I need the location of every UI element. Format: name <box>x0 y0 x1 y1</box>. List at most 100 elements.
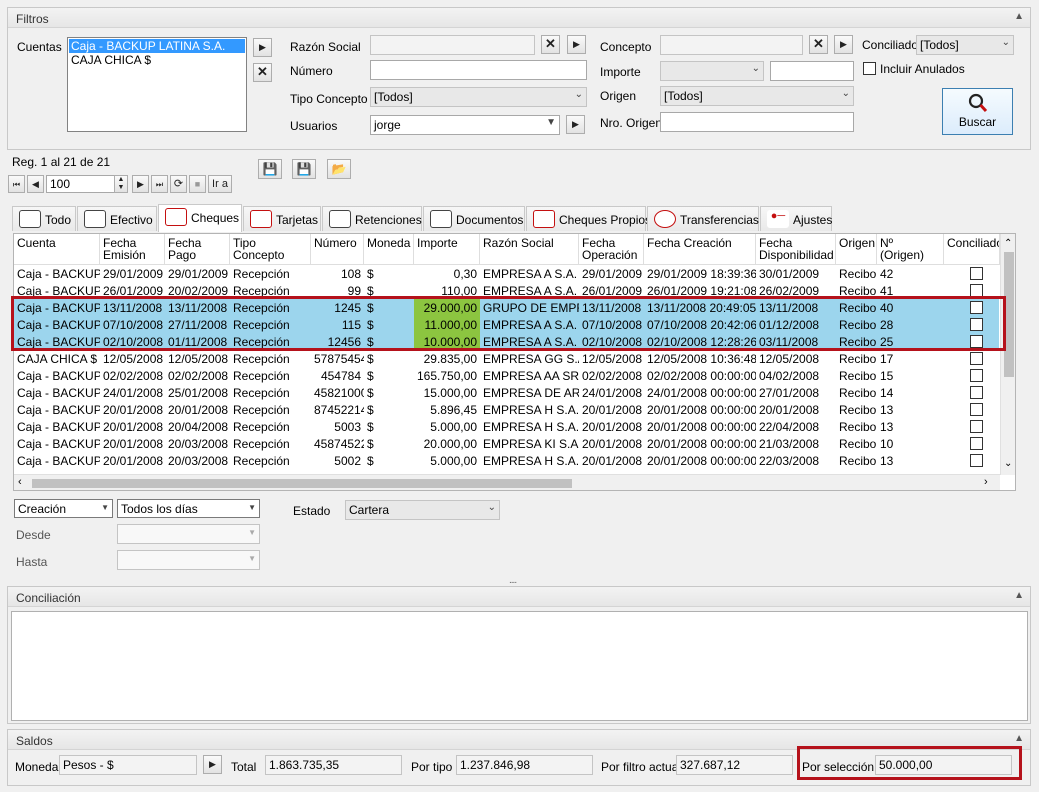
ira-button[interactable]: Ir a <box>208 175 232 193</box>
hasta-date-field[interactable]: ▼ <box>117 550 260 570</box>
cuentas-listbox[interactable]: Caja - BACKUP LATINA S.A. CAJA CHICA $ <box>67 37 247 132</box>
column-header[interactable]: Número <box>311 234 364 265</box>
table-cell: $ <box>367 267 374 281</box>
conciliado-checkbox[interactable] <box>970 454 983 467</box>
conciliado-checkbox[interactable] <box>970 403 983 416</box>
usuarios-select[interactable]: jorge ▼ <box>370 115 560 135</box>
conciliado-checkbox[interactable] <box>970 437 983 450</box>
incluir-anulados-checkbox[interactable] <box>863 62 876 75</box>
cuentas-add-button[interactable]: ▶ <box>253 38 272 57</box>
cheques-grid[interactable]: Cuenta Fecha Emisión Fecha Pago Tipo Concep… <box>13 233 1016 491</box>
table-row[interactable]: Caja - BACKUP LATINA S.A.20/01/200820/03… <box>14 435 999 452</box>
razon-social-clear-button[interactable]: ✕ <box>541 35 560 54</box>
origen-select[interactable]: [Todos] ⌄ <box>660 86 854 106</box>
collapse-icon[interactable]: ▲ <box>1014 590 1024 601</box>
conciliado-checkbox[interactable] <box>970 386 983 399</box>
table-row[interactable]: Caja - BACKUP LATINA S.A.20/01/200820/04… <box>14 418 999 435</box>
column-header[interactable]: Fecha Pago <box>165 234 230 265</box>
table-row[interactable]: Caja - BACKUP LATINA S.A.24/01/200825/01… <box>14 384 999 401</box>
next-page-icon[interactable]: ▶ <box>132 175 149 193</box>
column-header[interactable]: Fecha Creación <box>644 234 756 265</box>
date-range-select[interactable]: Todos los días ▼ <box>117 499 260 518</box>
usuarios-select-button[interactable]: ▶ <box>566 115 585 134</box>
conciliado-checkbox[interactable] <box>970 352 983 365</box>
razon-social-select-button[interactable]: ▶ <box>567 35 586 54</box>
table-row[interactable]: Caja - BACKUP LATINA S.A.20/01/200820/01… <box>14 401 999 418</box>
table-cell: 24/01/2008 <box>582 386 643 400</box>
importe-operator-select[interactable]: ⌄ <box>660 61 764 81</box>
conciliacion-textarea[interactable] <box>11 611 1028 721</box>
tab-retenciones[interactable]: Retenciones <box>322 206 422 231</box>
column-header[interactable]: Fecha Disponibilidad <box>756 234 836 265</box>
desde-date-field[interactable]: ▼ <box>117 524 260 544</box>
tab-tarjetas[interactable]: Tarjetas <box>243 206 321 231</box>
prev-page-icon[interactable]: ◀ <box>27 175 44 193</box>
tipo-concepto-select[interactable]: [Todos] ⌄ <box>370 87 587 107</box>
table-row[interactable]: Caja - BACKUP LATINA S.A.20/01/200820/03… <box>14 452 999 469</box>
concepto-clear-button[interactable]: ✕ <box>809 35 828 54</box>
column-header[interactable]: Nº (Origen) <box>877 234 944 265</box>
estado-select[interactable]: Cartera ⌄ <box>345 500 500 520</box>
stop-icon[interactable]: ■ <box>189 175 206 193</box>
conciliado-checkbox[interactable] <box>970 369 983 382</box>
spinner-icon[interactable]: ▲ ▼ <box>114 175 128 193</box>
page-size-field[interactable]: 100 <box>46 175 121 193</box>
column-header[interactable]: Conciliado <box>944 234 1000 265</box>
tab-documentos[interactable]: Documentos <box>423 206 525 231</box>
splitter-handle[interactable]: .... <box>509 575 517 586</box>
table-cell: 24/01/2008 <box>103 386 164 400</box>
cuenta-item-caja-chica[interactable]: CAJA CHICA $ <box>68 53 246 67</box>
scroll-left-icon[interactable]: ‹ <box>18 476 22 488</box>
conciliado-checkbox[interactable] <box>970 420 983 433</box>
column-header[interactable]: Tipo Concepto <box>230 234 311 265</box>
scroll-up-icon[interactable]: ⌃ <box>1004 238 1012 249</box>
tab-todo[interactable]: Todo <box>12 206 76 231</box>
nro-origen-field[interactable] <box>660 112 854 132</box>
concepto-field[interactable] <box>660 35 803 55</box>
tab-transferencias[interactable]: Transferencias <box>647 206 759 231</box>
table-row[interactable]: Caja - BACKUP LATINA S.A.02/02/200802/02… <box>14 367 999 384</box>
date-field-select[interactable]: Creación ▼ <box>14 499 113 518</box>
open-folder-icon[interactable]: 📂 <box>327 159 351 179</box>
column-header[interactable]: Fecha Emisión <box>100 234 165 265</box>
scroll-down-icon[interactable]: ⌄ <box>1004 458 1012 469</box>
table-cell: EMPRESA H S.A. <box>483 420 579 434</box>
cuenta-item-backup[interactable]: Caja - BACKUP LATINA S.A. <box>69 39 245 53</box>
tab-cheques[interactable]: Cheques <box>158 204 242 232</box>
save-as-icon[interactable]: 💾 <box>292 159 316 179</box>
table-cell: Recibo <box>839 386 877 400</box>
concepto-select-button[interactable]: ▶ <box>834 35 853 54</box>
table-row[interactable]: Caja - BACKUP LATINA S.A.29/01/200929/01… <box>14 265 999 282</box>
collapse-icon[interactable]: ▲ <box>1014 11 1024 22</box>
chevron-down-icon: ⌄ <box>574 89 583 100</box>
first-page-icon[interactable]: ⏮ <box>8 175 25 193</box>
table-row[interactable]: CAJA CHICA $ 12/05/2008 12/05/2008 Recepció… <box>14 350 999 367</box>
column-header[interactable]: Moneda <box>364 234 414 265</box>
last-page-icon[interactable]: ⏭ <box>151 175 168 193</box>
vertical-scrollbar[interactable]: ⌃ ⌄ <box>1000 234 1015 475</box>
moneda-select-button[interactable]: ▶ <box>203 755 222 774</box>
refresh-icon[interactable]: ⟳ <box>170 175 187 193</box>
numero-field[interactable] <box>370 60 587 80</box>
column-header[interactable]: Razón Social <box>480 234 579 265</box>
column-header[interactable]: Origen <box>836 234 877 265</box>
buscar-button[interactable]: Buscar <box>942 88 1013 135</box>
tab-ajustes[interactable]: ●─ Ajustes <box>760 206 832 231</box>
conciliado-checkbox[interactable] <box>970 267 983 280</box>
scroll-hthumb[interactable] <box>32 479 572 488</box>
conciliado-select[interactable]: [Todos] ⌄ <box>916 35 1014 55</box>
cuentas-clear-button[interactable]: ✕ <box>253 63 272 82</box>
collapse-icon[interactable]: ▲ <box>1014 733 1024 744</box>
column-header[interactable]: Cuenta <box>14 234 100 265</box>
tab-cheques-propios[interactable]: Cheques Propios <box>526 206 651 231</box>
importe-field[interactable] <box>770 61 854 81</box>
horizontal-scrollbar[interactable]: ‹ › <box>14 474 1000 490</box>
razon-social-field[interactable] <box>370 35 535 55</box>
moneda-field[interactable]: Pesos - $ <box>59 755 197 775</box>
scroll-right-icon[interactable]: › <box>984 476 988 488</box>
column-header[interactable]: Importe <box>414 234 480 265</box>
save-icon[interactable]: 💾 <box>258 159 282 179</box>
tab-efectivo[interactable]: Efectivo <box>77 206 157 231</box>
por-filtro-label: Por filtro actual <box>601 760 682 774</box>
column-header[interactable]: Fecha Operación <box>579 234 644 265</box>
